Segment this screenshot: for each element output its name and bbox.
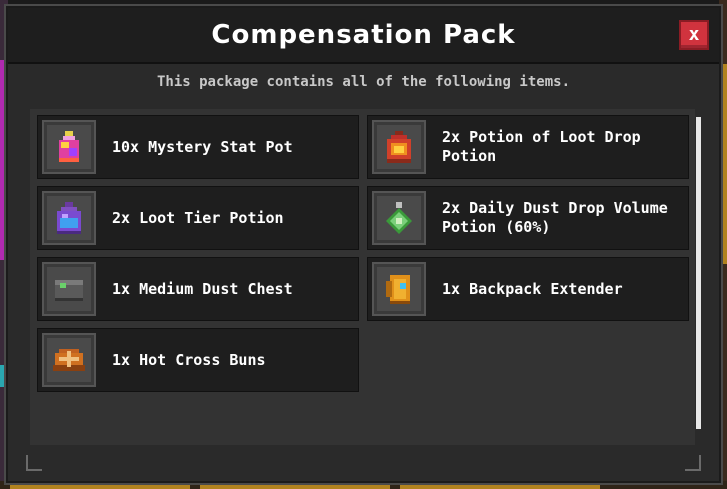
hot-cross-buns-icon [53, 349, 85, 371]
dust-chest-icon [55, 280, 83, 301]
loot-tier-potion-icon [57, 202, 81, 234]
mystery-stat-pot-icon [59, 131, 79, 162]
corner-ornament [26, 455, 42, 471]
close-button[interactable]: x [679, 20, 709, 50]
item-slot [42, 262, 96, 316]
item-slot [372, 120, 426, 174]
dust-volume-potion-icon [386, 202, 412, 234]
dialog-title: Compensation Pack [211, 20, 516, 50]
loot-drop-potion-icon [387, 131, 411, 163]
item-slot [42, 191, 96, 245]
list-item[interactable]: 1x Backpack Extender [367, 257, 689, 321]
compensation-pack-dialog: Compensation Pack x This package contain… [4, 4, 723, 485]
list-item[interactable]: 2x Daily Dust Drop Volume Potion (60%) [367, 186, 689, 250]
item-label: 1x Hot Cross Buns [112, 350, 266, 369]
list-item[interactable]: 1x Medium Dust Chest [37, 257, 359, 321]
item-label: 2x Loot Tier Potion [112, 208, 284, 227]
item-slot [42, 120, 96, 174]
corner-ornament [685, 455, 701, 471]
item-slot [372, 262, 426, 316]
list-item[interactable]: 10x Mystery Stat Pot [37, 115, 359, 179]
list-item[interactable]: 2x Loot Tier Potion [37, 186, 359, 250]
list-item[interactable]: 1x Hot Cross Buns [37, 328, 359, 392]
dialog-subtitle: This package contains all of the followi… [156, 74, 570, 90]
item-slot [372, 191, 426, 245]
scrollbar[interactable] [696, 117, 701, 429]
item-label: 2x Potion of Loot Drop Potion [442, 128, 641, 165]
item-label: 1x Medium Dust Chest [112, 279, 293, 298]
backpack-extender-icon [386, 275, 410, 304]
close-icon: x [688, 24, 700, 45]
list-item[interactable]: 2x Potion of Loot Drop Potion [367, 115, 689, 179]
item-label: 10x Mystery Stat Pot [112, 137, 293, 156]
item-label: 2x Daily Dust Drop Volume Potion (60%) [442, 199, 668, 236]
item-label: 1x Backpack Extender [442, 279, 623, 298]
item-slot [42, 333, 96, 387]
title-bar: Compensation Pack x [8, 8, 719, 64]
